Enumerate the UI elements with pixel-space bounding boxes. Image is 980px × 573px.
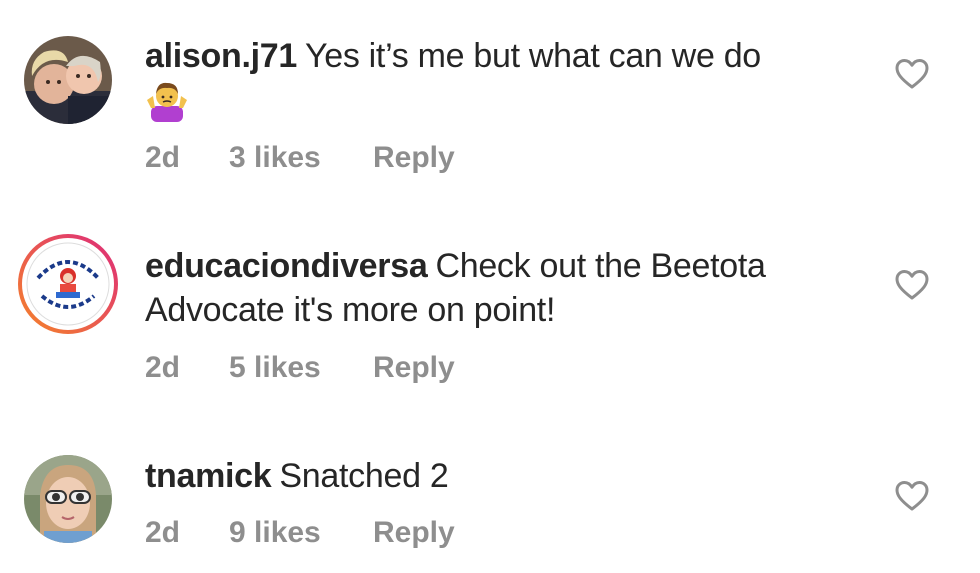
avatar-photo [24, 455, 112, 543]
comment-body: educaciondiversa Check out the Beetota Ad… [145, 244, 865, 332]
comment-meta: 2d 3 likes Reply [145, 140, 455, 176]
reply-button[interactable]: Reply [373, 515, 455, 551]
like-heart-icon[interactable] [895, 480, 929, 512]
comment-likes[interactable]: 3 likes [229, 140, 373, 176]
like-heart-icon[interactable] [895, 58, 929, 90]
comment-time[interactable]: 2d [145, 515, 229, 551]
educaciondiversa-logo [18, 234, 118, 334]
avatar[interactable] [16, 232, 120, 336]
avatar[interactable] [24, 36, 112, 124]
comment-time[interactable]: 2d [145, 350, 229, 386]
comment-body: alison.j71 Yes it’s me but what can we do [145, 34, 865, 122]
reply-button[interactable]: Reply [373, 350, 455, 386]
comment-text: Snatched 2 [279, 457, 449, 495]
like-heart-icon[interactable] [895, 269, 929, 301]
reply-button[interactable]: Reply [373, 140, 455, 176]
comment-likes[interactable]: 5 likes [229, 350, 373, 386]
comment-text: Yes it’s me but what can we do [304, 37, 761, 75]
comment-likes[interactable]: 9 likes [229, 515, 373, 551]
comment-body: tnamick Snatched 2 [145, 454, 865, 498]
comment-time[interactable]: 2d [145, 140, 229, 176]
avatar[interactable] [24, 455, 112, 543]
avatar-photo [24, 36, 112, 124]
person-shrugging-emoji [145, 78, 189, 122]
comment-username[interactable]: alison.j71 [145, 37, 297, 75]
comment-meta: 2d 9 likes Reply [145, 515, 455, 551]
comment-username[interactable]: educaciondiversa [145, 247, 428, 285]
comment-meta: 2d 5 likes Reply [145, 350, 455, 386]
comment-username[interactable]: tnamick [145, 457, 272, 495]
